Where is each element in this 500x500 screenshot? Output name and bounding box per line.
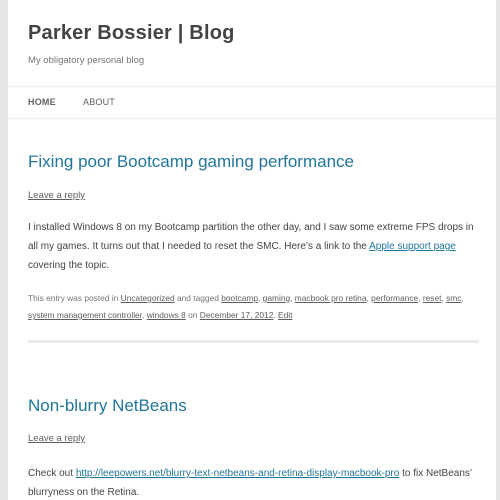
meta-text: on <box>185 310 200 320</box>
post-text: covering the topic. <box>28 260 110 271</box>
meta-text: and tagged <box>174 293 222 303</box>
leave-reply-link[interactable]: Leave a reply <box>28 190 85 201</box>
tag-link[interactable]: bootcamp <box>221 293 258 303</box>
post-divider <box>28 340 479 343</box>
main-navigation: HOME ABOUT <box>8 86 496 119</box>
page: Parker Bossier | Blog My obligatory pers… <box>8 0 496 500</box>
post-date-link[interactable]: December 17, 2012 <box>200 310 274 320</box>
site-description: My obligatory personal blog <box>28 55 145 66</box>
site-title[interactable]: Parker Bossier | Blog <box>28 22 235 45</box>
category-link[interactable]: Uncategorized <box>121 293 175 303</box>
tag-link[interactable]: macbook pro retina <box>295 293 367 303</box>
tag-link[interactable]: performance <box>371 293 418 303</box>
leave-reply-link[interactable]: Leave a reply <box>28 433 85 444</box>
external-link[interactable]: http://leepowers.net/blurry-text-netbean… <box>76 468 400 479</box>
entry-meta: This entry was posted in Uncategorized a… <box>28 293 464 320</box>
post-text: Check out <box>28 468 76 479</box>
tag-link[interactable]: windows 8 <box>147 310 186 320</box>
apple-support-link[interactable]: Apple support page <box>369 241 456 252</box>
post-title[interactable]: Non-blurry NetBeans <box>28 396 187 416</box>
nav-item-about[interactable]: ABOUT <box>83 97 115 107</box>
tag-link[interactable]: gaming <box>263 293 290 303</box>
tag-link[interactable]: system management controller <box>28 310 142 320</box>
nav-item-home[interactable]: HOME <box>28 97 56 107</box>
post-content: Check out http://leepowers.net/blurry-te… <box>28 464 478 500</box>
post-content: I installed Windows 8 on my Bootcamp par… <box>28 218 478 275</box>
meta-text: This entry was posted in <box>28 293 121 303</box>
tag-link[interactable]: smc <box>446 293 461 303</box>
tag-link[interactable]: reset <box>423 293 442 303</box>
post-title[interactable]: Fixing poor Bootcamp gaming performance <box>28 152 354 172</box>
edit-link[interactable]: Edit <box>278 310 292 320</box>
